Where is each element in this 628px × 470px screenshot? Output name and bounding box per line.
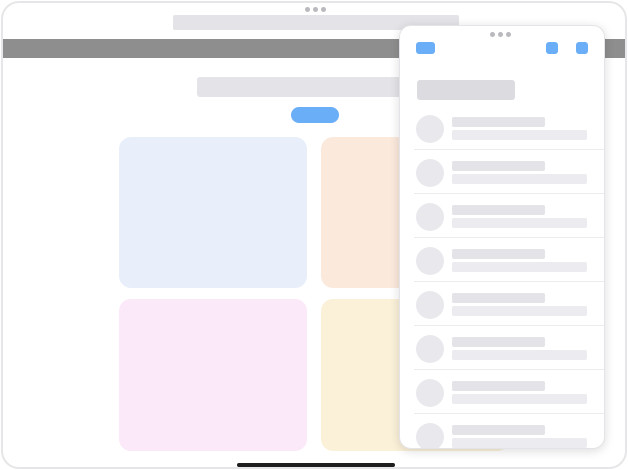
- list-item[interactable]: [400, 106, 604, 150]
- list-item-title-placeholder: [452, 161, 545, 171]
- dot: [506, 32, 511, 37]
- list-item[interactable]: [400, 194, 604, 238]
- panel-list: [400, 106, 604, 448]
- list-item-title-placeholder: [452, 249, 545, 259]
- page-title-placeholder: [197, 77, 431, 97]
- tile-pink[interactable]: [119, 299, 307, 451]
- dot: [305, 7, 310, 12]
- panel-drag-handle[interactable]: [490, 32, 511, 37]
- list-item-title-placeholder: [452, 337, 545, 347]
- home-indicator[interactable]: [237, 463, 395, 467]
- list-item-title-placeholder: [452, 381, 545, 391]
- toolbar-button-2[interactable]: [576, 42, 588, 54]
- list-item-title-placeholder: [452, 425, 545, 435]
- list-item[interactable]: [400, 414, 604, 448]
- list-item-subtitle-placeholder: [452, 218, 587, 228]
- list-item-subtitle-placeholder: [452, 174, 587, 184]
- avatar: [416, 247, 444, 275]
- list-item[interactable]: [400, 282, 604, 326]
- back-button[interactable]: [416, 42, 435, 54]
- dot: [498, 32, 503, 37]
- dot: [321, 7, 326, 12]
- list-item-subtitle-placeholder: [452, 394, 587, 404]
- avatar: [416, 203, 444, 231]
- multitasking-handle[interactable]: [305, 7, 326, 12]
- list-item-subtitle-placeholder: [452, 130, 587, 140]
- avatar: [416, 423, 444, 448]
- list-item-title-placeholder: [452, 205, 545, 215]
- dot: [490, 32, 495, 37]
- list-item-title-placeholder: [452, 293, 545, 303]
- list-item[interactable]: [400, 238, 604, 282]
- avatar: [416, 159, 444, 187]
- tablet-frame: [1, 1, 627, 469]
- list-item[interactable]: [400, 150, 604, 194]
- avatar: [416, 379, 444, 407]
- panel-title-placeholder: [417, 80, 515, 100]
- tile-blue[interactable]: [119, 137, 307, 288]
- slide-over-panel: [399, 25, 605, 449]
- list-item[interactable]: [400, 370, 604, 414]
- list-item-subtitle-placeholder: [452, 262, 587, 272]
- list-item-subtitle-placeholder: [452, 438, 587, 448]
- list-item-subtitle-placeholder: [452, 306, 587, 316]
- list-item-title-placeholder: [452, 117, 545, 127]
- toolbar-button-1[interactable]: [546, 42, 558, 54]
- avatar: [416, 291, 444, 319]
- list-item[interactable]: [400, 326, 604, 370]
- primary-action-button[interactable]: [291, 107, 339, 123]
- list-item-subtitle-placeholder: [452, 350, 587, 360]
- avatar: [416, 115, 444, 143]
- avatar: [416, 335, 444, 363]
- dot: [313, 7, 318, 12]
